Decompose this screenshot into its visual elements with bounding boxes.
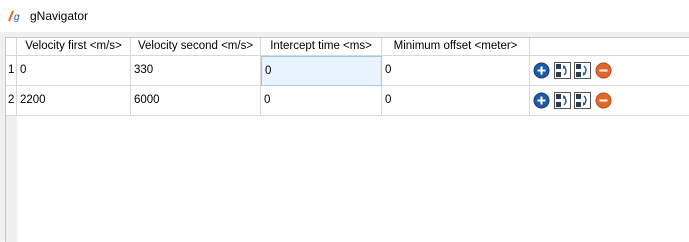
remove-row-icon[interactable] xyxy=(595,92,612,109)
move-row-up-icon[interactable] xyxy=(554,62,571,79)
row-actions xyxy=(530,56,689,86)
row-header-2[interactable]: 2 xyxy=(6,86,17,116)
main-content: Velocity first <m/s> Velocity second <m/… xyxy=(0,32,689,242)
table-corner-button[interactable] xyxy=(6,38,17,56)
row-actions xyxy=(530,86,689,116)
window-title: gNavigator xyxy=(30,9,89,23)
cell-minimum-offset[interactable]: 0 xyxy=(382,86,530,116)
add-row-icon[interactable] xyxy=(533,62,550,79)
cell-velocity-second[interactable]: 330 xyxy=(131,56,261,86)
move-row-down-icon[interactable] xyxy=(574,62,591,79)
velocity-table: Velocity first <m/s> Velocity second <m/… xyxy=(5,37,689,242)
cell-velocity-first[interactable]: 2200 xyxy=(17,86,131,116)
remove-row-icon[interactable] xyxy=(595,62,612,79)
title-bar: g gNavigator xyxy=(0,0,689,32)
svg-text:g: g xyxy=(14,12,20,23)
column-header-minimum-offset[interactable]: Minimum offset <meter> xyxy=(382,38,530,56)
move-row-up-icon[interactable] xyxy=(554,92,571,109)
cell-velocity-first[interactable]: 0 xyxy=(17,56,131,86)
move-row-down-icon[interactable] xyxy=(574,92,591,109)
column-header-actions xyxy=(530,38,689,56)
cell-minimum-offset[interactable]: 0 xyxy=(382,56,530,86)
cell-intercept-time[interactable]: 0 xyxy=(261,86,382,116)
column-header-intercept-time[interactable]: Intercept time <ms> xyxy=(261,38,382,56)
cell-intercept-time[interactable]: 0 xyxy=(261,56,382,86)
row-header-1[interactable]: 1 xyxy=(6,56,17,86)
gnavigator-app-icon: g xyxy=(8,10,20,23)
add-row-icon[interactable] xyxy=(533,92,550,109)
column-header-velocity-second[interactable]: Velocity second <m/s> xyxy=(131,38,261,56)
cell-velocity-second[interactable]: 6000 xyxy=(131,86,261,116)
column-header-velocity-first[interactable]: Velocity first <m/s> xyxy=(17,38,131,56)
